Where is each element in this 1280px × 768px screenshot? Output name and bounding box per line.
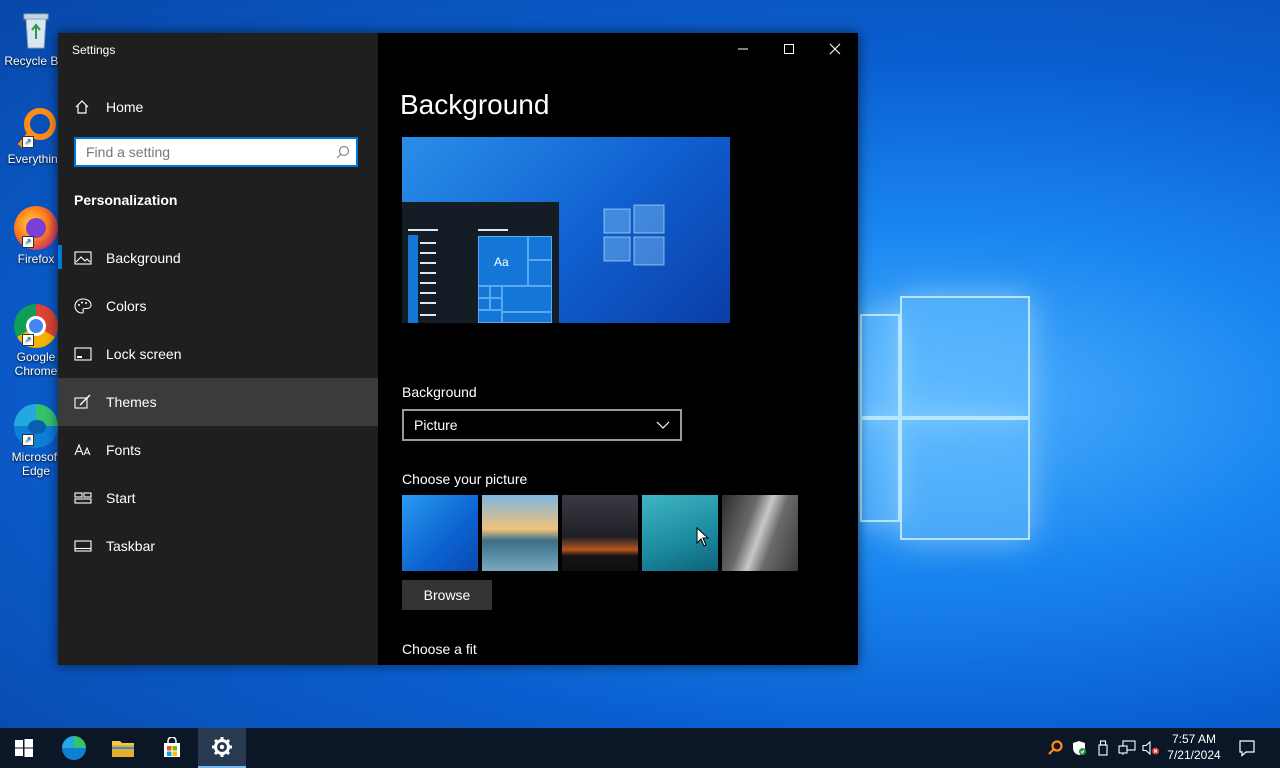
preview-tile-text: Aa [494,255,509,269]
volume-muted-icon [1142,740,1159,756]
shortcut-arrow-icon: ↗ [22,136,34,148]
action-center-icon [1239,740,1255,757]
taskbar-clock[interactable]: 7:57 AM 7/21/2024 [1160,731,1228,763]
picture-thumbnails [402,495,802,571]
settings-icon [212,737,232,757]
everything-search-icon: ↗ [14,106,58,150]
sidebar-item-taskbar[interactable]: Taskbar [58,522,378,570]
picture-thumbnail-rock-cliff[interactable] [722,495,798,571]
clock-date: 7/21/2024 [1167,748,1221,762]
picture-thumbnail-windows-blue[interactable] [402,495,478,571]
tray-everything[interactable] [1044,728,1066,768]
lock-screen-icon [74,347,92,361]
choose-fit-label: Choose a fit [402,641,477,657]
usb-icon [1098,740,1108,756]
picture-thumbnail-beach-rocks[interactable] [482,495,558,571]
fonts-icon [74,443,91,456]
section-title: Personalization [74,192,178,208]
sidebar-item-label: Themes [106,394,157,410]
home-link[interactable]: Home [74,97,143,117]
desktop-icon-label: Everything [7,152,65,166]
desktop-icon-label: Google Chrome [14,350,58,378]
start-button[interactable] [0,728,48,768]
sidebar-item-label: Colors [106,298,147,314]
settings-window: Settings Home Personalization Background… [58,33,858,665]
window-controls [720,33,858,65]
shortcut-arrow-icon: ↗ [22,434,34,446]
taskbar-icon [74,540,92,552]
tray-volume[interactable] [1140,728,1162,768]
edge-icon: ↗ [14,404,58,448]
brush-icon [74,394,91,409]
sidebar-item-label: Start [106,490,136,506]
minimize-button[interactable] [720,33,766,65]
taskbar-settings[interactable] [198,728,246,768]
sidebar-item-label: Fonts [106,442,142,458]
find-setting-search[interactable] [74,137,358,167]
sidebar-item-background[interactable]: Background [58,234,378,282]
start-icon [15,739,33,757]
clock-time: 7:57 AM [1171,732,1217,746]
tray-usb[interactable] [1092,728,1114,768]
minimize-icon [738,48,748,50]
desktop-icon-label: Microsoft Edge [11,450,61,478]
home-label: Home [106,99,144,115]
sidebar-item-start[interactable]: Start [58,474,378,522]
store-icon [164,737,180,757]
picture-icon [74,251,92,265]
maximize-icon [784,44,794,54]
taskbar-store[interactable] [148,728,196,768]
choose-picture-label: Choose your picture [402,471,528,487]
sidebar-item-colors[interactable]: Colors [58,282,378,330]
background-label: Background [402,384,477,400]
picture-thumbnail-night-sky[interactable] [562,495,638,571]
preview-start-menu: Aa [402,202,559,323]
desktop-icon-label: Firefox [17,252,55,266]
settings-content: Background Aa Background Picture Choose … [378,33,858,665]
recycle-bin-icon [14,8,58,52]
edge-icon [62,736,86,760]
search-input[interactable] [76,139,326,165]
settings-sidebar: Settings Home Personalization Background… [58,33,378,665]
sidebar-item-label: Background [106,250,181,266]
home-icon [75,100,89,114]
background-preview: Aa [402,137,730,323]
shortcut-arrow-icon: ↗ [22,236,34,248]
page-title: Background [400,89,550,120]
windows-logo-preview [603,204,665,266]
chrome-icon: ↗ [14,304,58,348]
action-center-button[interactable] [1232,728,1262,768]
taskbar-file-explorer[interactable] [99,728,147,768]
security-icon [1073,741,1086,755]
firefox-icon: ↗ [14,206,58,250]
close-button[interactable] [812,33,858,65]
sidebar-item-label: Taskbar [106,538,156,554]
search-icon [336,145,350,159]
shortcut-arrow-icon: ↗ [22,334,34,346]
start-icon [74,492,92,504]
sidebar-item-themes[interactable]: Themes [58,378,378,426]
sidebar-item-label: Lock screen [106,346,182,362]
taskbar: 7:57 AM 7/21/2024 [0,728,1280,768]
background-type-dropdown[interactable]: Picture [402,409,682,441]
window-title: Settings [72,43,116,57]
chevron-down-icon [656,421,670,429]
sidebar-item-lock-screen[interactable]: Lock screen [58,330,378,378]
maximize-button[interactable] [766,33,812,65]
sidebar-item-fonts[interactable]: Fonts [58,426,378,474]
palette-icon [74,298,92,314]
dropdown-value: Picture [414,417,458,433]
file-explorer-icon [112,741,134,757]
close-icon [829,43,841,55]
browse-button[interactable]: Browse [402,580,492,610]
windows-logo-wallpaper [860,296,1030,540]
mouse-cursor-icon [696,527,710,547]
network-icon [1118,740,1136,755]
tray-network[interactable] [1116,728,1138,768]
tray-security[interactable] [1068,728,1090,768]
everything-icon [1048,740,1063,755]
taskbar-edge[interactable] [50,728,98,768]
